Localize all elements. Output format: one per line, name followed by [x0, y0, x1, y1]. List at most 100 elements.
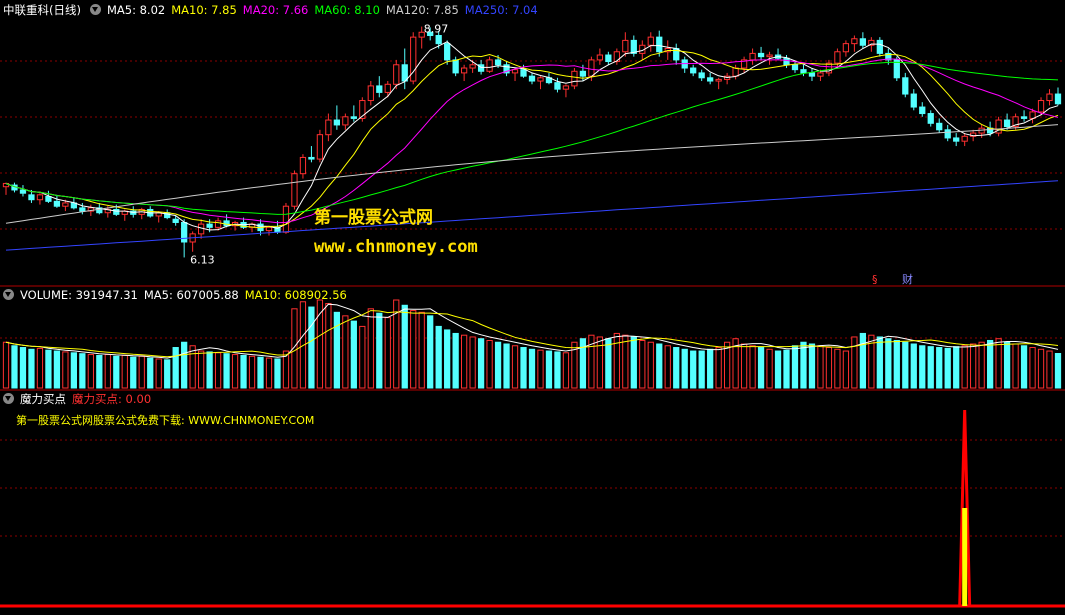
volume-bar	[851, 336, 858, 389]
volume-bar	[155, 358, 162, 389]
candle-body	[393, 64, 400, 85]
candle-body	[494, 59, 502, 66]
volume-bar	[181, 341, 188, 389]
candle-body	[690, 67, 697, 74]
volume-bar	[647, 341, 654, 389]
volume-header: VOLUME: 391947.31 MA5: 607005.88 MA10: 608…	[0, 287, 359, 303]
candle-body	[605, 54, 612, 63]
volume-bar	[477, 338, 485, 389]
candle-body	[342, 116, 349, 126]
volume-bar	[248, 355, 256, 389]
candle-body	[172, 218, 179, 223]
candle-body	[749, 52, 756, 61]
volume-bar	[1029, 347, 1036, 389]
volume-bar	[791, 345, 799, 389]
volume-bar	[401, 304, 408, 389]
volume-bar	[986, 339, 994, 389]
volume-bar	[707, 348, 714, 389]
volume-bar	[36, 347, 44, 389]
volume-bar	[19, 347, 27, 389]
volume-bar	[817, 345, 824, 389]
collapse-icon[interactable]	[3, 289, 14, 300]
candle-body	[596, 54, 604, 61]
candle-body	[28, 194, 35, 201]
volume-bar	[197, 350, 205, 389]
ma-label-3: MA60: 8.10	[314, 3, 380, 17]
volume-bar	[511, 345, 519, 389]
volume-bar	[936, 347, 943, 389]
high-label: 8.97	[424, 23, 449, 36]
volume-bar	[274, 358, 281, 389]
volume-bar	[944, 347, 951, 389]
volume-label-1: MA5: 607005.88	[143, 288, 239, 302]
volume-bar	[121, 354, 128, 389]
volume-bar	[774, 350, 782, 389]
candle-body	[401, 64, 408, 82]
candle-body	[520, 69, 527, 77]
volume-bar	[902, 341, 909, 389]
candle-body	[630, 39, 637, 54]
volume-bar	[452, 332, 459, 389]
volume-bar	[87, 354, 94, 389]
volume-bar	[410, 310, 417, 389]
volume-bar	[435, 325, 442, 389]
candle-body	[902, 77, 909, 95]
volume-bar	[800, 341, 807, 389]
candle-body	[45, 195, 52, 202]
stock-name: 中联重科(日线)	[3, 3, 81, 17]
candle-body	[19, 189, 27, 194]
collapse-icon[interactable]	[89, 4, 101, 15]
volume-bar	[639, 339, 646, 389]
volume-bar	[893, 339, 900, 389]
volume-bar	[562, 352, 570, 389]
collapse-icon[interactable]	[3, 393, 14, 404]
volume-bar	[62, 351, 69, 389]
candle-body	[707, 77, 714, 82]
candle-body	[325, 119, 332, 136]
candle-body	[1054, 93, 1062, 105]
volume-bar	[147, 357, 154, 389]
volume-label-2: MA10: 608902.56	[244, 288, 347, 302]
volume-bar	[231, 354, 239, 389]
volume-bar	[164, 359, 171, 389]
candle-body	[537, 77, 544, 82]
volume-bar	[444, 329, 451, 389]
indicator-header: 魔力买点 魔力买点: 0.00	[0, 391, 157, 407]
candle-body	[376, 85, 383, 93]
candle-body	[435, 35, 442, 45]
volume-legend: VOLUME: 391947.31 MA5: 607005.88 MA10: 608…	[20, 288, 353, 302]
candle-body	[910, 93, 917, 108]
candle-body	[757, 52, 765, 58]
volume-bar	[749, 345, 756, 389]
volume-bar	[240, 354, 247, 389]
volume-bar	[723, 341, 731, 389]
volume-bar	[698, 350, 705, 389]
volume-bar	[919, 345, 926, 389]
candle-body	[79, 207, 86, 212]
candle-body	[206, 223, 213, 228]
volume-bar	[45, 349, 52, 389]
volume-bar	[783, 349, 790, 389]
ma-label-4: MA120: 7.85	[385, 3, 459, 17]
volume-bar	[808, 343, 816, 389]
volume-bar	[1003, 341, 1011, 389]
volume-bar	[494, 341, 502, 389]
volume-bar	[528, 348, 536, 389]
volume-bar	[333, 311, 341, 389]
candle-body	[36, 194, 44, 201]
candle-body	[953, 137, 960, 142]
watermark-url: www.chnmoney.com	[314, 237, 478, 257]
volume-bar	[1054, 353, 1062, 389]
ma-label-2: MA20: 7.66	[242, 3, 309, 17]
candle-body	[876, 39, 883, 54]
candle-body	[588, 59, 595, 77]
volume-bar	[138, 355, 145, 389]
candle-body	[622, 39, 629, 53]
volume-bar	[257, 356, 264, 389]
candle-body	[469, 64, 476, 69]
candle-body	[384, 83, 391, 93]
volume-bar	[70, 352, 78, 389]
volume-bar	[1046, 350, 1053, 389]
candle-body	[511, 69, 519, 74]
candle-body	[834, 51, 841, 64]
